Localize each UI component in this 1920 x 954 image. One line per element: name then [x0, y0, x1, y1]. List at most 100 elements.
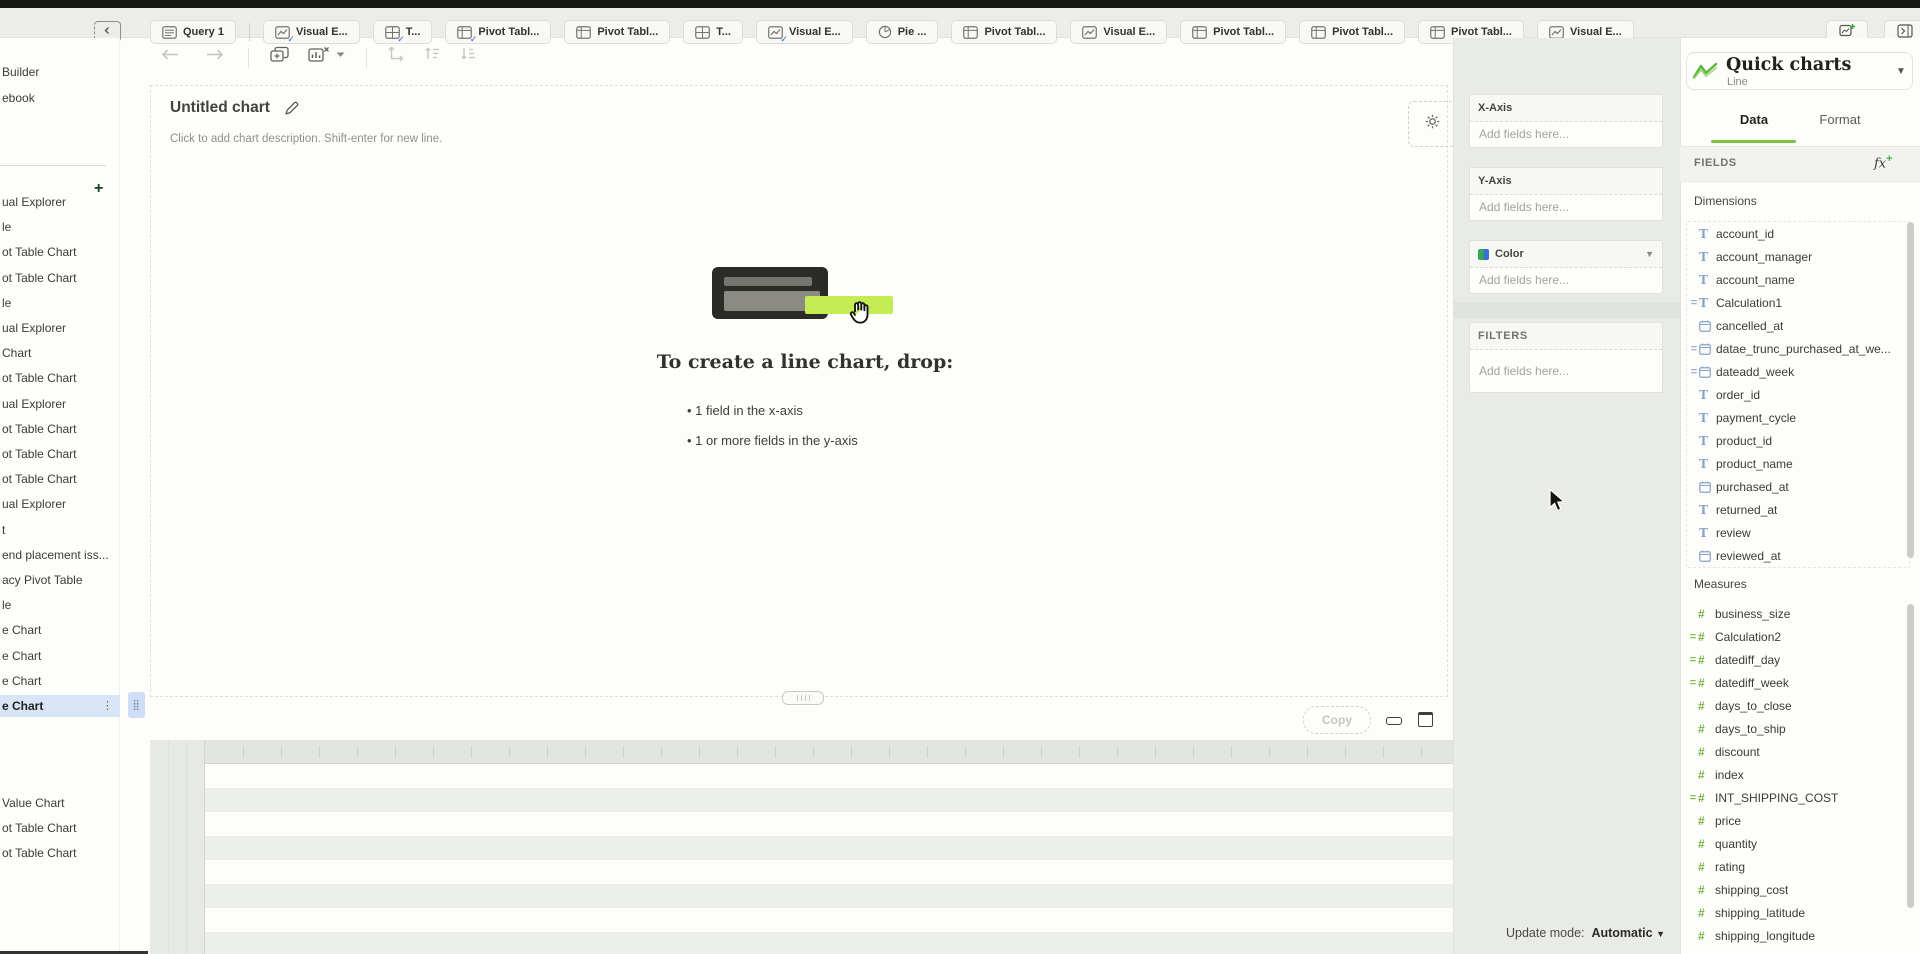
workbook-tab[interactable]: ✓Visual E...: [756, 20, 853, 44]
sidebar-item[interactable]: le: [0, 292, 120, 314]
sidebar-item[interactable]: ebook: [0, 87, 120, 109]
clear-chart-button[interactable]: [308, 46, 330, 63]
measures-scrollbar[interactable]: [1907, 604, 1914, 908]
chart-title[interactable]: Untitled chart: [170, 99, 270, 117]
chart-type-caret-icon[interactable]: [336, 52, 345, 58]
color-header[interactable]: Color ▼: [1470, 241, 1662, 268]
field-item[interactable]: =#INT_SHIPPING_COST: [1686, 786, 1908, 809]
field-item[interactable]: cancelled_at: [1687, 314, 1909, 337]
chevron-down-icon[interactable]: ▼: [1896, 66, 1906, 77]
field-item[interactable]: Torder_id: [1687, 383, 1909, 406]
sidebar-item[interactable]: ot Table Chart: [0, 241, 120, 263]
field-item[interactable]: Treview: [1687, 521, 1909, 544]
field-item[interactable]: Tproduct_id: [1687, 429, 1909, 452]
sidebar-item[interactable]: ual Explorer: [0, 393, 120, 415]
field-item[interactable]: =#Calculation2: [1686, 625, 1908, 648]
sidebar-item[interactable]: ot Table Chart: [0, 267, 120, 289]
field-item[interactable]: #days_to_close: [1686, 694, 1908, 717]
field-item[interactable]: reviewed_at: [1687, 544, 1909, 567]
workbook-tab[interactable]: Pie ...: [866, 20, 939, 44]
sidebar-item[interactable]: ot Table Chart: [0, 367, 120, 389]
field-item[interactable]: =TCalculation1: [1687, 291, 1909, 314]
sidebar-item[interactable]: ot Table Chart: [0, 468, 120, 490]
field-item[interactable]: #shipping_longitude: [1686, 924, 1908, 947]
sidebar-item[interactable]: ot Table Chart: [0, 443, 120, 465]
field-item[interactable]: Tproduct_name: [1687, 452, 1909, 475]
sidebar-item[interactable]: ual Explorer: [0, 493, 120, 515]
chart-element-canvas[interactable]: [150, 85, 1448, 697]
field-item[interactable]: Taccount_id: [1687, 222, 1909, 245]
workbook-tab[interactable]: ✓T...: [373, 20, 433, 44]
workbook-tab[interactable]: Query 1: [150, 20, 236, 44]
edit-title-pencil-icon[interactable]: [284, 101, 299, 121]
filters-drop-target[interactable]: Add fields here...: [1470, 350, 1662, 392]
workbook-tab[interactable]: ✓Visual E...: [263, 20, 360, 44]
field-item[interactable]: #shipping_cost: [1686, 878, 1908, 901]
field-item[interactable]: =#datediff_day: [1686, 648, 1908, 671]
chevron-down-icon[interactable]: ▼: [1645, 241, 1654, 267]
element-drag-handle[interactable]: ⣿: [128, 692, 145, 718]
field-item[interactable]: #price: [1686, 809, 1908, 832]
minimize-table-button[interactable]: [1386, 717, 1402, 725]
sidebar-item[interactable]: le: [0, 594, 120, 616]
sidebar-item[interactable]: end placement iss...: [0, 544, 120, 566]
field-item[interactable]: Tpayment_cycle: [1687, 406, 1909, 429]
redo-button[interactable]: [205, 48, 225, 61]
field-item[interactable]: #index: [1686, 763, 1908, 786]
field-item[interactable]: Taccount_manager: [1687, 245, 1909, 268]
sidebar-item[interactable]: ual Explorer: [0, 191, 120, 213]
field-item[interactable]: =#datediff_week: [1686, 671, 1908, 694]
sort-ascending-button[interactable]: [424, 46, 441, 61]
copy-button[interactable]: Copy: [1303, 706, 1371, 734]
tab-data[interactable]: Data: [1726, 112, 1782, 127]
chart-description-placeholder[interactable]: Click to add chart description. Shift-en…: [170, 133, 442, 145]
field-item[interactable]: #discount: [1686, 740, 1908, 763]
workbook-tab[interactable]: Pivot Tabl...: [1180, 20, 1286, 44]
color-drop-target[interactable]: Add fields here...: [1470, 268, 1662, 293]
field-item[interactable]: #shipping_latitude: [1686, 901, 1908, 924]
workbook-tab[interactable]: Pivot Tabl...: [951, 20, 1057, 44]
update-mode-control[interactable]: Update mode: Automatic ▼: [1453, 926, 1665, 940]
sidebar-item[interactable]: e Chart: [0, 619, 120, 641]
undo-button[interactable]: [160, 48, 180, 61]
chart-settings-button[interactable]: [1408, 101, 1456, 147]
field-item[interactable]: #days_to_ship: [1686, 717, 1908, 740]
sidebar-item[interactable]: e Chart: [0, 645, 120, 667]
sidebar-item[interactable]: ual Explorer: [0, 317, 120, 339]
field-item[interactable]: #quantity: [1686, 832, 1908, 855]
kebab-menu-icon[interactable]: ⋮: [102, 695, 113, 717]
sidebar-item[interactable]: le: [0, 216, 120, 238]
sidebar-item-selected[interactable]: e Chart⋮: [0, 695, 120, 717]
dimensions-scrollbar[interactable]: [1907, 222, 1914, 558]
field-item[interactable]: #rating: [1686, 855, 1908, 878]
sidebar-item[interactable]: Builder: [0, 61, 120, 83]
workbook-tab[interactable]: T...: [683, 20, 743, 44]
field-item[interactable]: #business_size: [1686, 602, 1908, 625]
sort-descending-button[interactable]: [460, 46, 477, 61]
x-axis-drop-target[interactable]: Add fields here...: [1470, 122, 1662, 147]
tab-format[interactable]: Format: [1812, 112, 1868, 127]
workbook-tab[interactable]: ✓Pivot Tabl...: [445, 20, 551, 44]
field-item[interactable]: purchased_at: [1687, 475, 1909, 498]
field-item[interactable]: =datae_trunc_purchased_at_we...: [1687, 337, 1909, 360]
duplicate-element-button[interactable]: [270, 46, 290, 63]
sidebar-item[interactable]: ot Table Chart: [0, 842, 120, 864]
y-axis-drop-target[interactable]: Add fields here...: [1470, 195, 1662, 220]
sidebar-item[interactable]: t: [0, 519, 120, 541]
workbook-tab[interactable]: Pivot Tabl...: [1299, 20, 1405, 44]
workbook-tab[interactable]: Pivot Tabl...: [564, 20, 670, 44]
swap-axes-button[interactable]: [388, 46, 405, 62]
field-item[interactable]: =dateadd_week: [1687, 360, 1909, 383]
sidebar-item[interactable]: Value Chart: [0, 792, 120, 814]
sidebar-item[interactable]: acy Pivot Table: [0, 569, 120, 591]
sidebar-item[interactable]: ot Table Chart: [0, 817, 120, 839]
workbook-tab[interactable]: Visual E...: [1070, 20, 1167, 44]
add-formula-button[interactable]: fx+: [1874, 153, 1893, 171]
sidebar-item[interactable]: e Chart: [0, 670, 120, 692]
field-item[interactable]: Treturned_at: [1687, 498, 1909, 521]
sidebar-item[interactable]: Chart: [0, 342, 120, 364]
splitter-grip[interactable]: [782, 691, 824, 705]
update-mode-value[interactable]: Automatic: [1591, 926, 1652, 940]
sidebar-item[interactable]: ot Table Chart: [0, 418, 120, 440]
maximize-table-button[interactable]: [1418, 712, 1433, 727]
